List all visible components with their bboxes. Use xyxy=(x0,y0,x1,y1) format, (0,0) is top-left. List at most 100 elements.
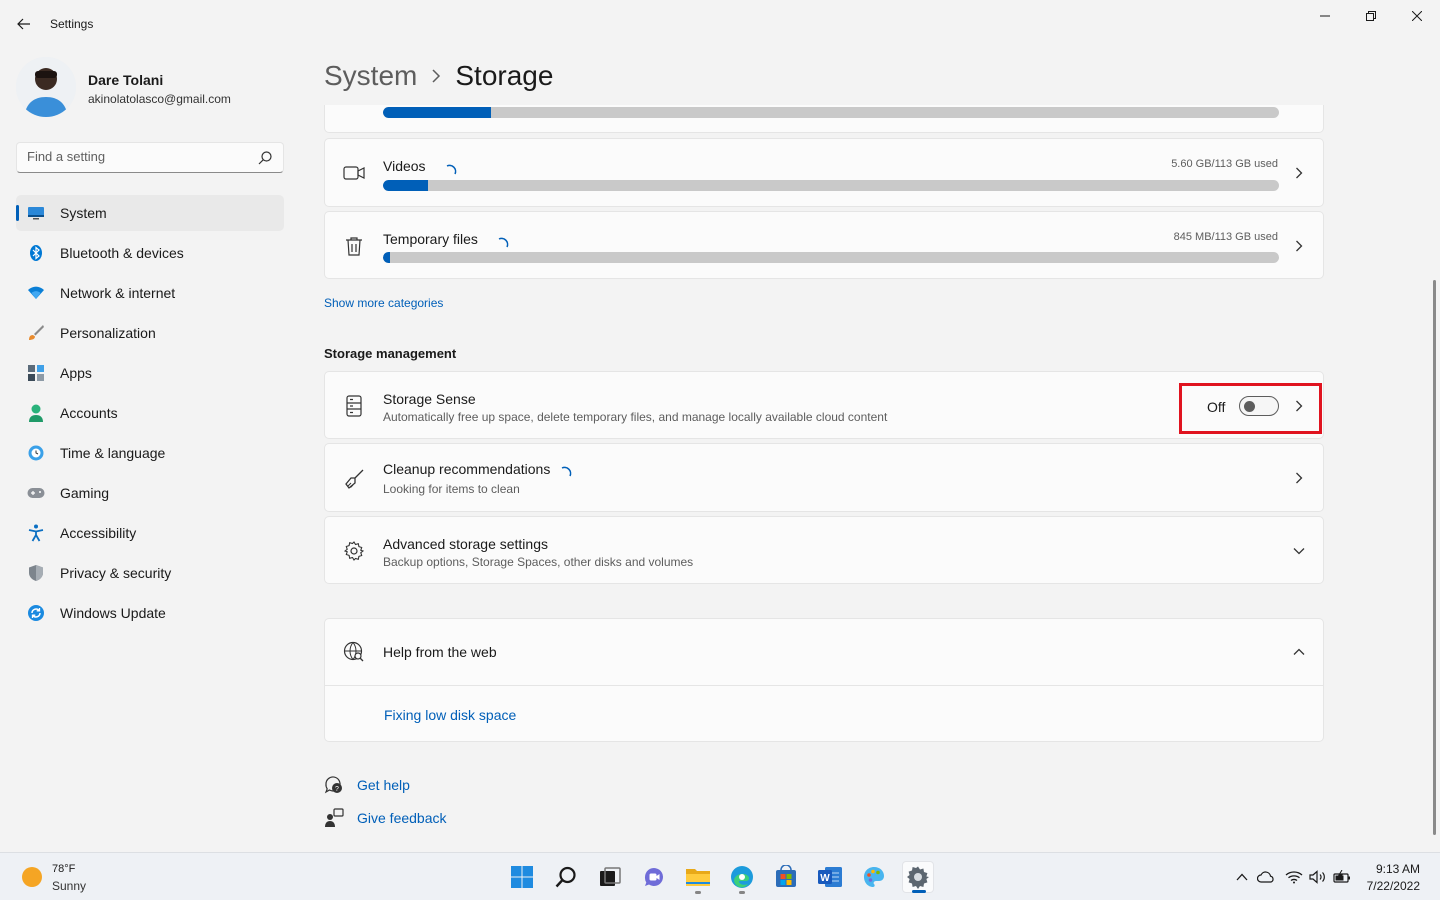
word-button[interactable]: W xyxy=(814,861,846,893)
edge-button[interactable] xyxy=(726,861,758,894)
vertical-scrollbar[interactable] xyxy=(1433,280,1436,835)
settings-taskbar-button[interactable] xyxy=(902,861,934,893)
sidebar-item-privacy[interactable]: Privacy & security xyxy=(16,555,284,591)
show-more-categories-link[interactable]: Show more categories xyxy=(324,296,443,310)
store-icon xyxy=(776,865,796,887)
chat-button[interactable] xyxy=(638,861,670,893)
clock-globe-icon xyxy=(27,444,45,462)
battery-button[interactable] xyxy=(1333,868,1351,886)
accessibility-icon xyxy=(27,524,45,542)
gamepad-icon xyxy=(27,484,45,502)
weather-temperature[interactable]: 78°F xyxy=(52,863,75,875)
storage-drive-icon xyxy=(343,395,365,417)
network-status-button[interactable] xyxy=(1285,868,1303,886)
loading-spinner-icon xyxy=(561,466,572,477)
chevron-right-icon xyxy=(431,69,441,83)
video-icon xyxy=(343,162,365,184)
start-button[interactable] xyxy=(506,861,538,893)
weather-description[interactable]: Sunny xyxy=(52,879,86,893)
clock-time[interactable]: 9:13 AM xyxy=(1376,862,1420,876)
usage-bar-fill xyxy=(383,107,491,118)
sidebar-item-accounts[interactable]: Accounts xyxy=(16,395,284,431)
sidebar-item-bluetooth[interactable]: Bluetooth & devices xyxy=(16,235,284,271)
svg-text:?: ? xyxy=(335,786,339,793)
back-button[interactable] xyxy=(12,12,36,36)
battery-charging-icon xyxy=(1333,870,1350,883)
broom-icon xyxy=(343,468,365,490)
show-hidden-icons-button[interactable] xyxy=(1233,868,1251,886)
sidebar-item-accessibility[interactable]: Accessibility xyxy=(16,515,284,551)
category-card-temporary-files[interactable]: Temporary files 845 MB/113 GB used xyxy=(324,211,1324,279)
sidebar-item-network[interactable]: Network & internet xyxy=(16,275,284,311)
sidebar-item-label: Network & internet xyxy=(60,285,176,301)
storage-management-heading: Storage management xyxy=(324,346,457,361)
fixing-low-disk-space-link[interactable]: Fixing low disk space xyxy=(384,707,516,723)
taskbar: 78°F Sunny W 9:13 AM 7/22/2022 xyxy=(0,852,1440,900)
minimize-button[interactable] xyxy=(1302,4,1348,28)
profile-email: akinolatolasco@gmail.com xyxy=(88,92,231,106)
get-help-link[interactable]: Get help xyxy=(357,777,410,793)
chevron-right-icon xyxy=(1293,167,1305,179)
give-feedback-link[interactable]: Give feedback xyxy=(357,810,447,826)
paintbrush-icon xyxy=(27,324,45,342)
sun-icon[interactable] xyxy=(22,867,42,887)
running-indicator xyxy=(695,891,701,894)
cleanup-recommendations-card[interactable]: Cleanup recommendations Looking for item… xyxy=(324,443,1324,512)
sidebar-item-personalization[interactable]: Personalization xyxy=(16,315,284,351)
maximize-button[interactable] xyxy=(1348,4,1394,28)
sidebar-item-label: Time & language xyxy=(60,445,166,461)
sidebar-item-gaming[interactable]: Gaming xyxy=(16,475,284,511)
paint-button[interactable] xyxy=(858,861,890,893)
breadcrumb-parent[interactable]: System xyxy=(324,60,417,92)
volume-button[interactable] xyxy=(1309,868,1327,886)
usage-bar xyxy=(383,107,1279,118)
task-view-button[interactable] xyxy=(594,861,626,893)
category-card-apps[interactable] xyxy=(324,105,1324,133)
sidebar-nav: System Bluetooth & devices Network & int… xyxy=(16,195,284,635)
close-button[interactable] xyxy=(1394,4,1440,28)
help-from-web-card: Help from the web Fixing low disk space xyxy=(324,618,1324,742)
person-icon xyxy=(27,404,45,422)
apps-icon xyxy=(27,364,45,382)
sidebar-item-time-language[interactable]: Time & language xyxy=(16,435,284,471)
content-scroll-area: Videos 5.60 GB/113 GB used Temporary fil… xyxy=(324,105,1324,850)
page-title: Storage xyxy=(455,60,554,91)
sidebar-item-system[interactable]: System xyxy=(16,195,284,231)
category-usage: 5.60 GB/113 GB used xyxy=(1171,158,1278,170)
search-input[interactable] xyxy=(27,149,247,164)
restore-icon xyxy=(1366,11,1376,21)
advanced-title: Advanced storage settings xyxy=(383,536,548,552)
task-view-icon xyxy=(600,867,621,886)
sidebar-item-label: Accessibility xyxy=(60,525,137,541)
clock-date[interactable]: 7/22/2022 xyxy=(1367,879,1420,893)
advanced-storage-settings-card[interactable]: Advanced storage settings Backup options… xyxy=(324,516,1324,584)
store-button[interactable] xyxy=(770,861,802,893)
storage-sense-card[interactable]: Storage Sense Automatically free up spac… xyxy=(324,371,1324,439)
gear-icon xyxy=(343,540,365,562)
sidebar-item-apps[interactable]: Apps xyxy=(16,355,284,391)
shield-icon xyxy=(27,564,45,582)
breadcrumb: System Storage xyxy=(324,58,553,94)
sidebar-item-label: Accounts xyxy=(60,405,118,421)
help-title: Help from the web xyxy=(383,644,497,660)
profile-name: Dare Tolani xyxy=(88,72,164,88)
search-box[interactable] xyxy=(16,142,284,173)
file-explorer-button[interactable] xyxy=(682,861,714,894)
highlight-annotation-box xyxy=(1179,383,1322,434)
globe-search-icon xyxy=(343,641,365,663)
sidebar-item-windows-update[interactable]: Windows Update xyxy=(16,595,284,631)
onedrive-button[interactable] xyxy=(1257,868,1275,886)
taskbar-search-button[interactable] xyxy=(550,861,582,893)
category-card-videos[interactable]: Videos 5.60 GB/113 GB used xyxy=(324,138,1324,207)
sidebar-item-label: Windows Update xyxy=(60,605,166,621)
settings-icon xyxy=(907,866,929,889)
start-icon xyxy=(511,866,533,888)
chevron-up-icon[interactable] xyxy=(1293,646,1305,658)
search-icon[interactable] xyxy=(257,150,273,166)
window-title: Settings xyxy=(50,17,94,31)
close-icon xyxy=(1412,11,1422,21)
cloud-icon xyxy=(1257,871,1274,883)
storage-sense-subtitle: Automatically free up space, delete temp… xyxy=(383,410,888,424)
category-name: Videos xyxy=(383,158,426,174)
wifi-icon xyxy=(27,284,45,302)
